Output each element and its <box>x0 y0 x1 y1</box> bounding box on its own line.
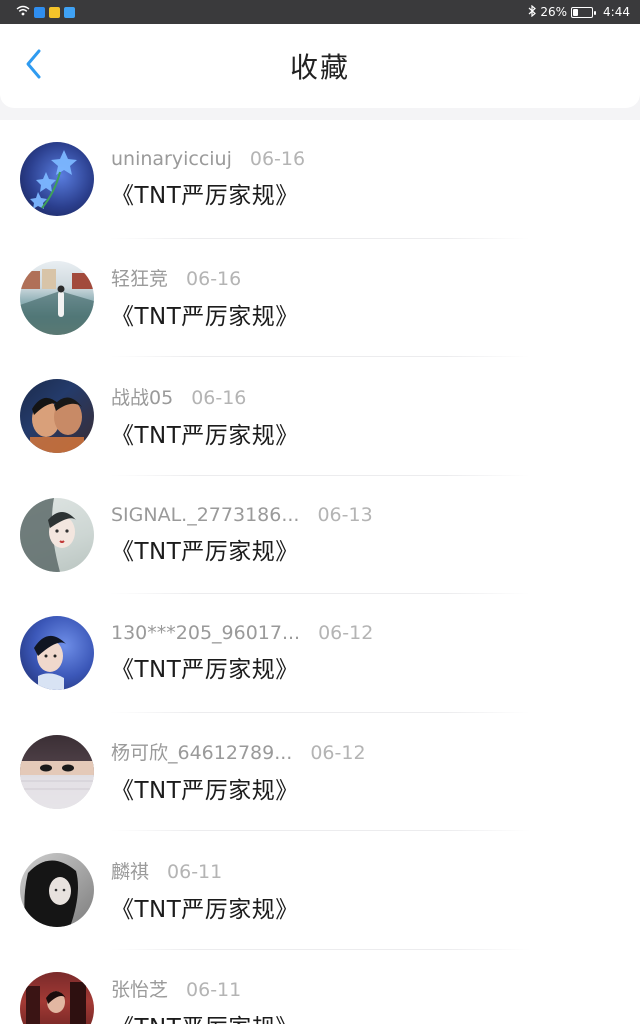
date: 06-11 <box>186 979 242 1002</box>
date: 06-16 <box>191 386 247 409</box>
date: 06-11 <box>167 860 223 883</box>
avatar[interactable] <box>20 379 94 454</box>
avatar[interactable] <box>20 142 94 217</box>
meta-row: 轻狂竞 06-16 <box>111 264 299 291</box>
username[interactable]: 张怡芝 <box>111 975 168 1002</box>
item-text: 战战05 06-16 《TNT严厉家规》 <box>111 383 299 450</box>
work-title[interactable]: 《TNT严厉家规》 <box>111 532 373 566</box>
list-item[interactable]: 轻狂竞 06-16 《TNT严厉家规》 <box>0 239 640 358</box>
app-cloud-icon <box>64 6 75 18</box>
app-paw-icon <box>49 6 60 18</box>
status-right-icons: 26% 4:44 <box>528 4 630 20</box>
item-text: SIGNAL._2773186... 06-13 《TNT严厉家规》 <box>111 504 373 566</box>
meta-row: SIGNAL._2773186... 06-13 <box>111 504 373 526</box>
work-title[interactable]: 《TNT严厉家规》 <box>111 771 366 805</box>
avatar[interactable] <box>20 734 94 809</box>
date: 06-12 <box>318 622 374 645</box>
back-button[interactable] <box>18 48 50 84</box>
list-item[interactable]: 杨可欣_64612789... 06-12 《TNT严厉家规》 <box>0 713 640 832</box>
work-title[interactable]: 《TNT严厉家规》 <box>111 176 305 210</box>
item-text: 轻狂竞 06-16 《TNT严厉家规》 <box>111 264 299 331</box>
avatar[interactable] <box>20 260 94 335</box>
wifi-icon <box>16 5 30 19</box>
meta-row: 张怡芝 06-11 <box>111 975 299 1002</box>
avatar[interactable] <box>20 616 94 691</box>
battery-icon <box>571 6 597 18</box>
item-text: 麟祺 06-11 《TNT严厉家规》 <box>111 857 299 924</box>
date: 06-13 <box>317 503 373 526</box>
list-item[interactable]: 130***205_96017... 06-12 《TNT严厉家规》 <box>0 594 640 713</box>
list-item[interactable]: uninaryicciuj 06-16 《TNT严厉家规》 <box>0 120 640 239</box>
work-title[interactable]: 《TNT严厉家规》 <box>111 890 299 924</box>
username[interactable]: uninaryicciuj <box>111 148 232 170</box>
username[interactable]: 杨可欣_64612789... <box>111 738 292 765</box>
username[interactable]: 麟祺 <box>111 857 149 884</box>
item-text: uninaryicciuj 06-16 《TNT严厉家规》 <box>111 148 305 210</box>
work-title[interactable]: 《TNT严厉家规》 <box>111 416 299 450</box>
favorites-list: uninaryicciuj 06-16 《TNT严厉家规》 轻狂竞 06-16 … <box>0 120 640 1024</box>
meta-row: 130***205_96017... 06-12 <box>111 622 373 644</box>
battery-percent: 26% <box>540 5 568 19</box>
avatar[interactable] <box>20 971 94 1024</box>
meta-row: 杨可欣_64612789... 06-12 <box>111 738 366 765</box>
status-left-icons <box>16 5 75 19</box>
list-item[interactable]: 张怡芝 06-11 《TNT严厉家规》 <box>0 950 640 1024</box>
work-title[interactable]: 《TNT严厉家规》 <box>111 297 299 331</box>
chevron-left-icon <box>24 48 44 84</box>
username[interactable]: SIGNAL._2773186... <box>111 504 299 526</box>
battery-level <box>573 8 579 16</box>
username[interactable]: 轻狂竞 <box>111 264 168 291</box>
item-text: 130***205_96017... 06-12 《TNT严厉家规》 <box>111 622 373 684</box>
avatar[interactable] <box>20 497 94 572</box>
list-item[interactable]: 战战05 06-16 《TNT严厉家规》 <box>0 357 640 476</box>
date: 06-16 <box>249 148 306 171</box>
page-title: 收藏 <box>289 51 350 84</box>
list-item[interactable]: 麟祺 06-11 《TNT严厉家规》 <box>0 831 640 950</box>
meta-row: 麟祺 06-11 <box>111 857 299 884</box>
work-title[interactable]: 《TNT严厉家规》 <box>111 1008 299 1024</box>
app-shield-icon <box>34 6 45 18</box>
avatar[interactable] <box>20 853 94 928</box>
list-item[interactable]: SIGNAL._2773186... 06-13 《TNT严厉家规》 <box>0 476 640 595</box>
status-bar: 26% 4:44 <box>0 0 640 24</box>
item-text: 杨可欣_64612789... 06-12 《TNT严厉家规》 <box>111 738 366 805</box>
header: 收藏 <box>0 24 640 108</box>
clock: 4:44 <box>603 5 630 19</box>
username[interactable]: 130***205_96017... <box>111 622 300 644</box>
date: 06-16 <box>186 268 242 291</box>
meta-row: 战战05 06-16 <box>111 383 299 410</box>
item-text: 张怡芝 06-11 《TNT严厉家规》 <box>111 975 299 1024</box>
date: 06-12 <box>310 742 366 765</box>
bluetooth-icon <box>528 4 537 20</box>
username[interactable]: 战战05 <box>111 383 173 410</box>
meta-row: uninaryicciuj 06-16 <box>111 148 305 170</box>
work-title[interactable]: 《TNT严厉家规》 <box>111 650 373 684</box>
